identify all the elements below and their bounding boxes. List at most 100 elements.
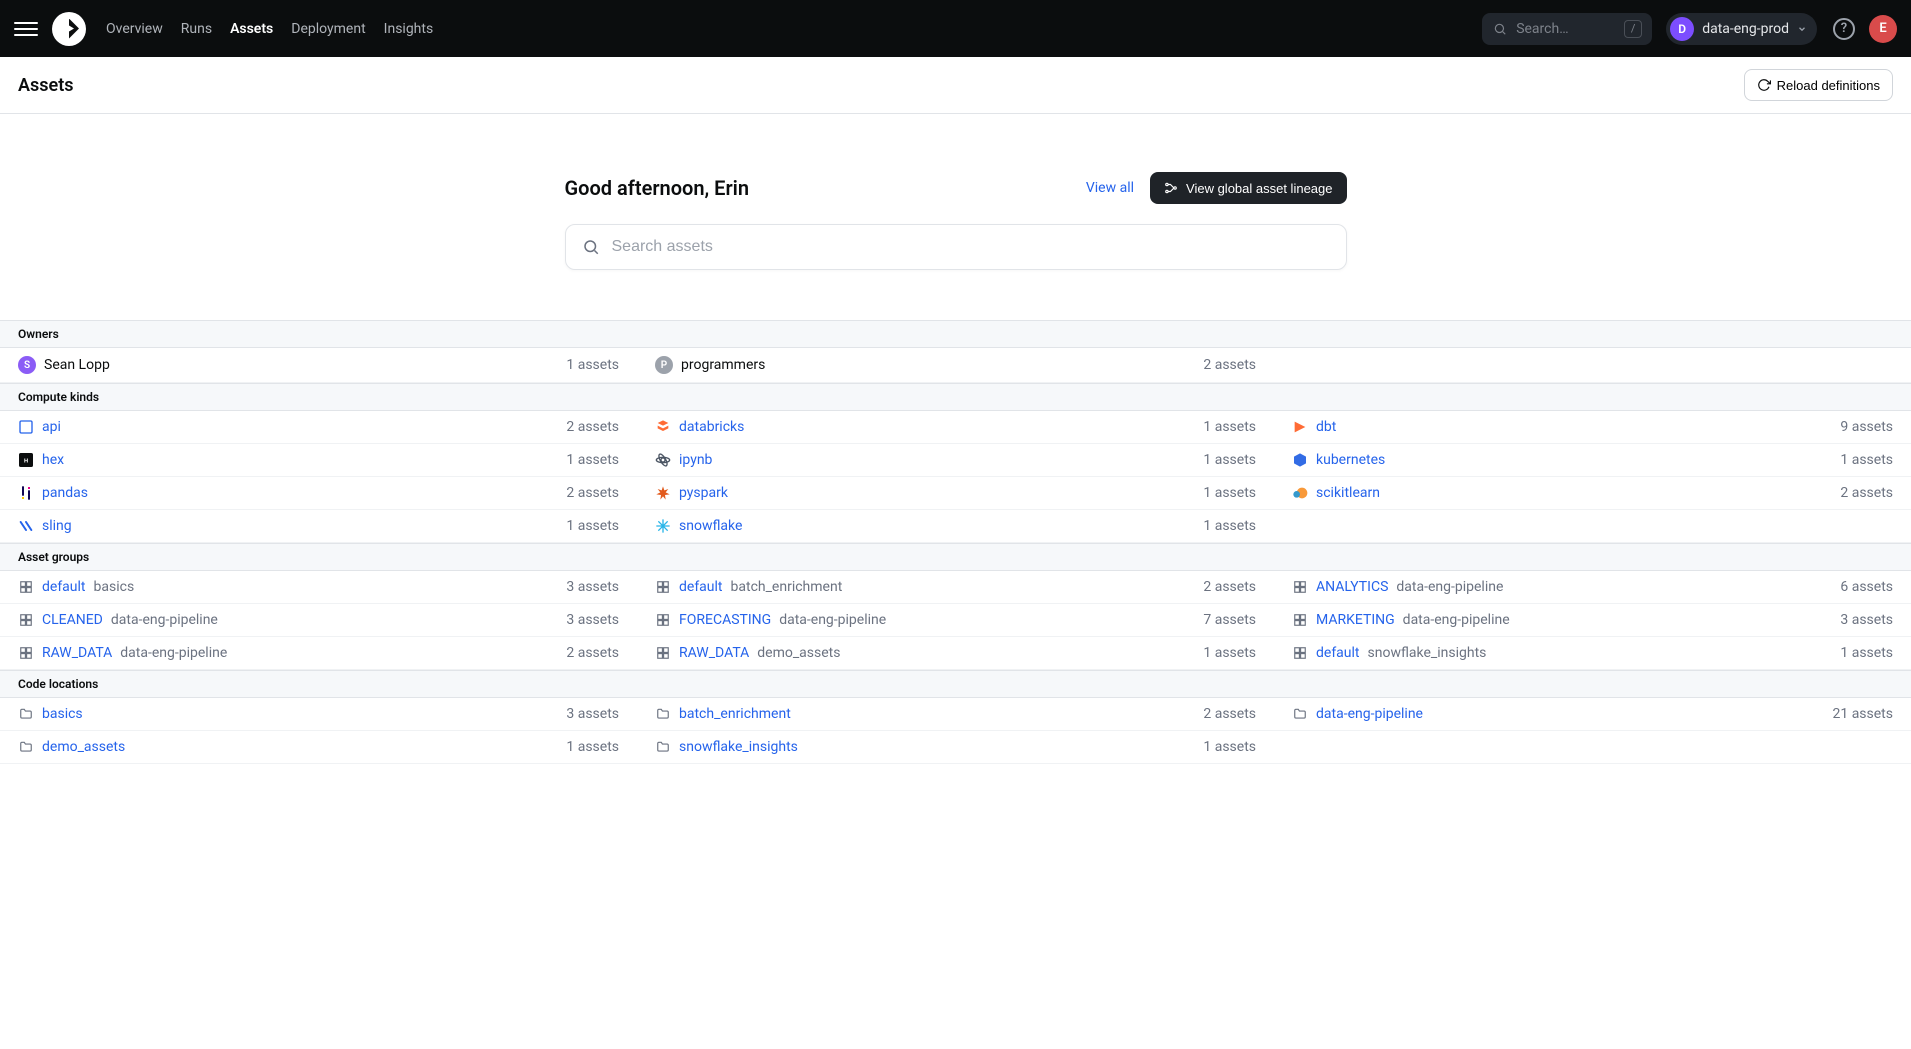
search-icon: [1492, 21, 1508, 37]
group-location: batch_enrichment: [731, 579, 843, 595]
view-all-link[interactable]: View all: [1086, 180, 1134, 196]
group-icon: [655, 579, 671, 595]
user-avatar[interactable]: E: [1869, 15, 1897, 43]
menu-icon[interactable]: [14, 17, 38, 41]
group-icon: [655, 645, 671, 661]
code-location-row[interactable]: basics3 assets: [0, 698, 637, 731]
asset-group-row[interactable]: RAW_DATA data-eng-pipeline2 assets: [0, 637, 637, 670]
scikitlearn-icon: [1292, 485, 1308, 501]
hero: Good afternoon, Erin View all View globa…: [545, 172, 1367, 270]
group-name: CLEANED: [42, 612, 103, 628]
nav-deployment[interactable]: Deployment: [291, 21, 365, 37]
nav-runs[interactable]: Runs: [181, 21, 212, 37]
kubernetes-icon: [1292, 452, 1308, 468]
owner-row[interactable]: SSean Lopp1 assets: [0, 348, 637, 383]
group-icon: [655, 612, 671, 628]
folder-icon: [18, 706, 34, 722]
nav-insights[interactable]: Insights: [384, 21, 434, 37]
asset-count: 3 assets: [566, 579, 619, 595]
asset-count: 3 assets: [566, 612, 619, 628]
reload-definitions-button[interactable]: Reload definitions: [1744, 69, 1893, 101]
compute-kind-row[interactable]: pyspark 1 assets: [637, 477, 1274, 510]
group-name: RAW_DATA: [42, 645, 112, 661]
asset-group-row[interactable]: default snowflake_insights1 assets: [1274, 637, 1911, 670]
compute-kind-name: pyspark: [679, 485, 728, 501]
owner-row[interactable]: Pprogrammers2 assets: [637, 348, 1274, 383]
compute-kind-row[interactable]: ipynb1 assets: [637, 444, 1274, 477]
pyspark-icon: [655, 485, 671, 501]
code-location-row[interactable]: demo_assets1 assets: [0, 731, 637, 764]
group-name: RAW_DATA: [679, 645, 749, 661]
logo-icon[interactable]: [52, 12, 86, 46]
code-location-row[interactable]: data-eng-pipeline21 assets: [1274, 698, 1911, 731]
asset-count: 1 assets: [566, 518, 619, 534]
asset-group-row[interactable]: FORECASTING data-eng-pipeline7 assets: [637, 604, 1274, 637]
compute-kind-name: kubernetes: [1316, 452, 1385, 468]
group-icon: [1292, 612, 1308, 628]
compute-kind-row[interactable]: scikitlearn2 assets: [1274, 477, 1911, 510]
code-location-name: batch_enrichment: [679, 706, 791, 722]
pandas-icon: [18, 485, 34, 501]
folder-icon: [655, 739, 671, 755]
code-location-row[interactable]: snowflake_insights 1 assets: [637, 731, 1274, 764]
compute-header: Compute kinds: [0, 383, 1911, 411]
asset-group-row[interactable]: ANALYTICS data-eng-pipeline 6 assets: [1274, 571, 1911, 604]
code-location-name: snowflake_insights: [679, 739, 798, 755]
group-location: demo_assets: [757, 645, 840, 661]
code-header: Code locations: [0, 670, 1911, 698]
group-icon: [18, 579, 34, 595]
sling-icon: [18, 518, 34, 534]
nav-overview[interactable]: Overview: [106, 21, 163, 37]
compute-kind-name: snowflake: [679, 518, 742, 534]
help-icon[interactable]: ?: [1833, 18, 1855, 40]
refresh-icon: [1757, 78, 1771, 92]
asset-group-row[interactable]: default basics3 assets: [0, 571, 637, 604]
owners-header: Owners: [0, 320, 1911, 348]
asset-count: 2 assets: [1203, 706, 1256, 722]
asset-count: 6 assets: [1840, 579, 1893, 595]
group-name: ANALYTICS: [1316, 579, 1388, 595]
compute-kind-row[interactable]: api2 assets: [0, 411, 637, 444]
compute-kind-row[interactable]: snowflake 1 assets: [637, 510, 1274, 543]
asset-group-row[interactable]: RAW_DATA demo_assets1 assets: [637, 637, 1274, 670]
asset-count: 1 assets: [1203, 485, 1256, 501]
compute-kind-row[interactable]: dbt9 assets: [1274, 411, 1911, 444]
global-search[interactable]: Search… /: [1482, 13, 1652, 45]
asset-count: 1 assets: [1203, 739, 1256, 755]
asset-search-input[interactable]: [612, 238, 1330, 256]
asset-group-row[interactable]: default batch_enrichment2 assets: [637, 571, 1274, 604]
page-header: Assets Reload definitions: [0, 57, 1911, 114]
greeting: Good afternoon, Erin: [565, 176, 1086, 200]
compute-kind-row[interactable]: Hhex1 assets: [0, 444, 637, 477]
asset-count: 2 assets: [1203, 357, 1256, 373]
owners-grid: SSean Lopp1 assetsPprogrammers2 assets: [0, 348, 1911, 383]
api-icon: [18, 419, 34, 435]
compute-kind-row[interactable]: pandas 2 assets: [0, 477, 637, 510]
workspace-selector[interactable]: D data-eng-prod: [1666, 13, 1817, 45]
asset-count: 1 assets: [566, 357, 619, 373]
owner-name: programmers: [681, 357, 765, 373]
asset-count: 1 assets: [1203, 518, 1256, 534]
nav-assets[interactable]: Assets: [230, 21, 273, 37]
groups-grid: default basics3 assetsdefault batch_enri…: [0, 571, 1911, 670]
group-location: snowflake_insights: [1368, 645, 1487, 661]
asset-search[interactable]: [565, 224, 1347, 270]
asset-count: 1 assets: [1203, 419, 1256, 435]
group-name: FORECASTING: [679, 612, 771, 628]
asset-count: 2 assets: [566, 485, 619, 501]
compute-kind-name: ipynb: [679, 452, 712, 468]
compute-kind-name: dbt: [1316, 419, 1336, 435]
group-location: data-eng-pipeline: [1396, 579, 1503, 595]
compute-kind-name: pandas: [42, 485, 88, 501]
compute-kind-row[interactable]: sling1 assets: [0, 510, 637, 543]
code-location-row[interactable]: batch_enrichment 2 assets: [637, 698, 1274, 731]
groups-header: Asset groups: [0, 543, 1911, 571]
compute-kind-row[interactable]: databricks1 assets: [637, 411, 1274, 444]
asset-group-row[interactable]: MARKETING data-eng-pipeline3 assets: [1274, 604, 1911, 637]
owner-name: Sean Lopp: [44, 357, 110, 373]
code-location-name: basics: [42, 706, 83, 722]
asset-group-row[interactable]: CLEANED data-eng-pipeline3 assets: [0, 604, 637, 637]
compute-kind-row[interactable]: kubernetes1 assets: [1274, 444, 1911, 477]
asset-count: 2 assets: [1840, 485, 1893, 501]
view-lineage-button[interactable]: View global asset lineage: [1150, 172, 1346, 204]
